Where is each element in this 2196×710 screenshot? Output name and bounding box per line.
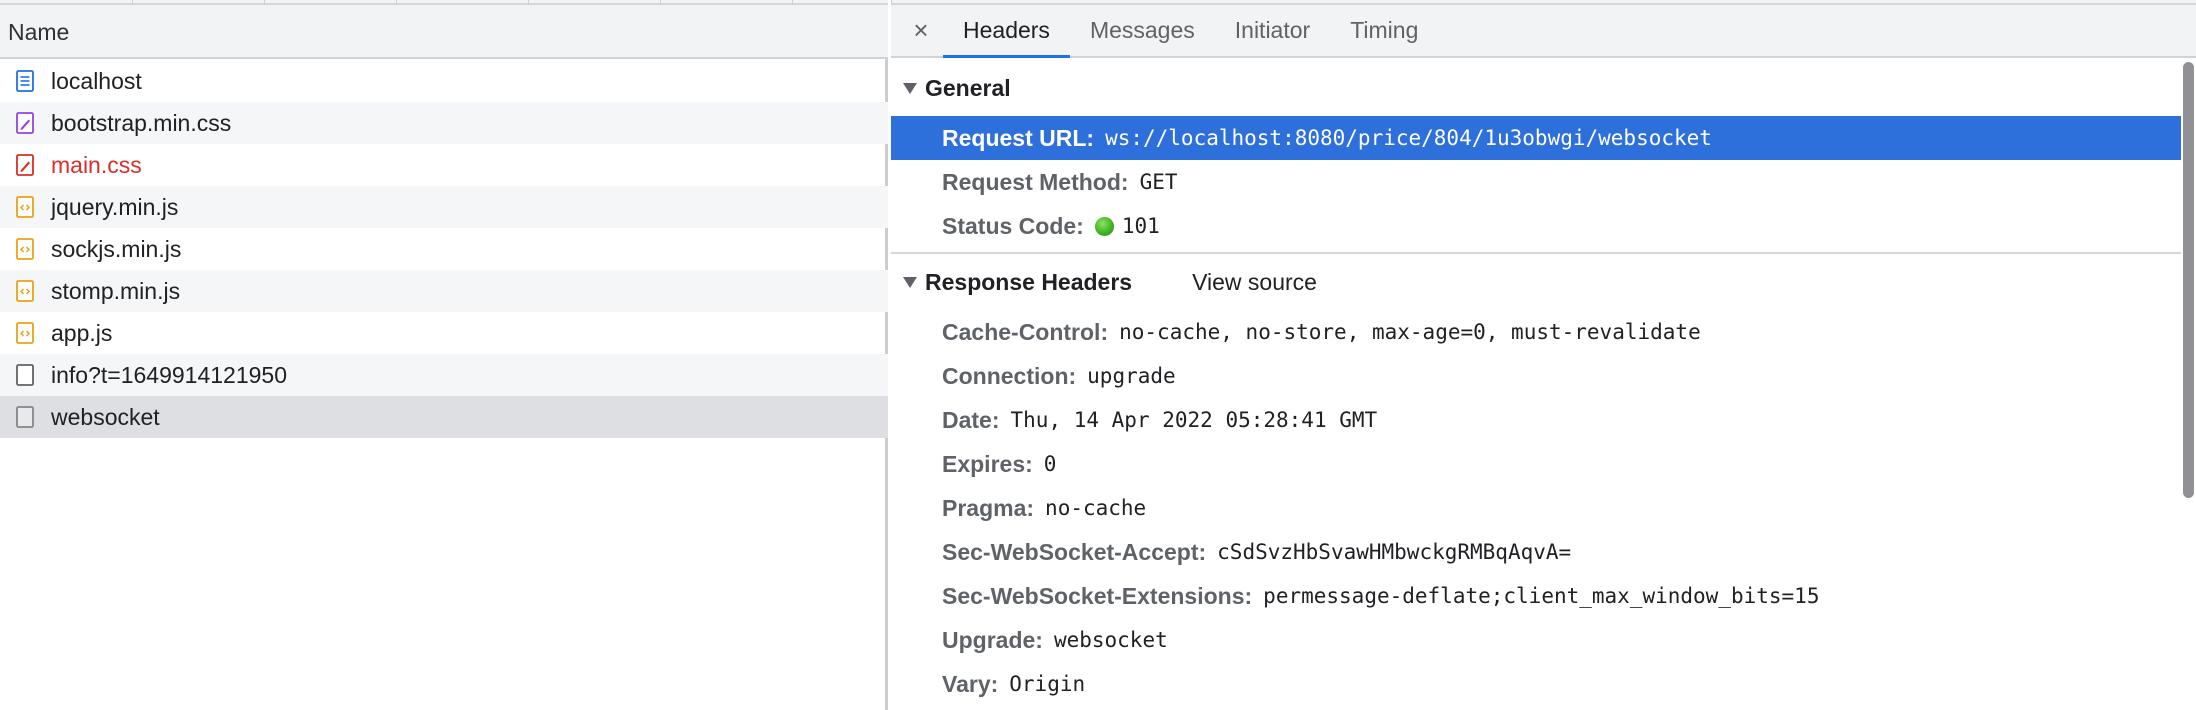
section-title: General — [925, 74, 1011, 101]
header-row[interactable]: Date: Thu, 14 Apr 2022 05:28:41 GMT — [891, 398, 2181, 442]
header-row[interactable]: Expires: 0 — [891, 442, 2181, 486]
headers-panel: General Request URL: ws://localhost:8080… — [891, 60, 2181, 706]
header-row-request-method[interactable]: Request Method: GET — [891, 160, 2181, 204]
request-row[interactable]: stomp.min.js — [0, 270, 888, 312]
request-row[interactable]: main.css — [0, 144, 888, 186]
header-name: Sec-WebSocket-Extensions: — [942, 582, 1253, 609]
script-icon — [16, 196, 34, 218]
request-name: sockjs.min.js — [51, 235, 182, 262]
request-list-pane: Name localhost bootstrap.min.css main.cs — [0, 0, 888, 710]
header-row[interactable]: Vary: Origin — [891, 662, 2181, 706]
request-row[interactable]: sockjs.min.js — [0, 228, 888, 270]
request-detail-pane: × Headers Messages Initiator Timing Gene… — [891, 0, 2196, 710]
header-value: cSdSvzHbSvawHMbwckgRMBqAqvA= — [1217, 540, 1572, 564]
request-row[interactable]: localhost — [0, 60, 888, 102]
request-name: app.js — [51, 319, 113, 346]
request-row[interactable]: jquery.min.js — [0, 186, 888, 228]
header-name: Upgrade: — [942, 626, 1043, 653]
general-section-toggle[interactable]: General — [891, 60, 2181, 116]
header-name: Pragma: — [942, 494, 1035, 521]
header-row[interactable]: Pragma: no-cache — [891, 486, 2181, 530]
header-value: 101 — [1121, 214, 1160, 238]
header-value: Thu, 14 Apr 2022 05:28:41 GMT — [1010, 408, 1378, 432]
header-name: Expires: — [942, 450, 1033, 477]
detail-tab-bar: × Headers Messages Initiator Timing — [891, 5, 2196, 58]
header-name: Request Method: — [942, 168, 1129, 195]
request-row-selected[interactable]: websocket — [0, 396, 888, 438]
document-icon — [16, 70, 34, 92]
script-icon — [16, 238, 34, 260]
tab-timing[interactable]: Timing — [1330, 5, 1438, 56]
header-value: Origin — [1009, 672, 1086, 696]
request-name: main.css — [51, 151, 142, 178]
header-row-request-url[interactable]: Request URL: ws://localhost:8080/price/8… — [891, 116, 2181, 160]
stylesheet-icon — [16, 112, 34, 134]
section-title: Response Headers — [925, 268, 1133, 295]
expand-triangle-icon[interactable] — [903, 276, 917, 288]
request-row[interactable]: bootstrap.min.css — [0, 102, 888, 144]
header-name: Vary: — [942, 670, 999, 697]
header-value: websocket — [1053, 628, 1168, 652]
response-headers-section-toggle[interactable]: Response Headers View source — [891, 254, 2181, 310]
request-name: stomp.min.js — [51, 277, 181, 304]
header-row[interactable]: Sec-WebSocket-Accept: cSdSvzHbSvawHMbwck… — [891, 530, 2181, 574]
header-row[interactable]: Upgrade: websocket — [891, 618, 2181, 662]
header-name: Connection: — [942, 362, 1077, 389]
header-row[interactable]: Sec-WebSocket-Extensions: permessage-def… — [891, 574, 2181, 618]
header-row-status-code[interactable]: Status Code: 101 — [891, 204, 2181, 248]
stylesheet-icon — [16, 154, 34, 176]
header-name: Status Code: — [942, 212, 1084, 239]
header-value: 0 — [1043, 452, 1057, 476]
tab-headers[interactable]: Headers — [943, 5, 1070, 58]
request-name: jquery.min.js — [51, 193, 179, 220]
tab-initiator[interactable]: Initiator — [1215, 5, 1330, 56]
header-row[interactable]: Cache-Control: no-cache, no-store, max-a… — [891, 310, 2181, 354]
request-name: websocket — [51, 403, 160, 430]
tab-messages[interactable]: Messages — [1070, 5, 1215, 56]
request-row[interactable]: app.js — [0, 312, 888, 354]
status-ok-dot-icon — [1094, 216, 1114, 236]
header-value: GET — [1139, 170, 1178, 194]
header-name: Cache-Control: — [942, 318, 1109, 345]
header-name: Request URL: — [942, 124, 1095, 151]
header-name: Date: — [942, 406, 1000, 433]
header-value: upgrade — [1087, 364, 1176, 388]
script-icon — [16, 280, 34, 302]
header-value: no-cache, no-store, max-age=0, must-reva… — [1119, 320, 1701, 344]
blank-file-icon — [16, 364, 34, 386]
request-name: info?t=1649914121950 — [51, 361, 287, 388]
header-value: ws://localhost:8080/price/804/1u3obwgi/w… — [1105, 126, 1712, 150]
script-icon — [16, 322, 34, 344]
close-icon[interactable]: × — [891, 5, 943, 56]
request-name: bootstrap.min.css — [51, 109, 232, 136]
header-value: no-cache — [1045, 496, 1147, 520]
header-value: permessage-deflate;client_max_window_bit… — [1263, 584, 1820, 608]
expand-triangle-icon[interactable] — [903, 82, 917, 94]
header-name: Sec-WebSocket-Accept: — [942, 538, 1207, 565]
name-column-header[interactable]: Name — [0, 5, 888, 59]
request-list: localhost bootstrap.min.css main.css jqu… — [0, 60, 888, 438]
blank-file-icon — [16, 406, 34, 428]
view-source-link[interactable]: View source — [1192, 269, 1317, 296]
header-row[interactable]: Connection: upgrade — [891, 354, 2181, 398]
request-name: localhost — [51, 67, 142, 94]
scrollbar-thumb[interactable] — [2183, 62, 2194, 498]
request-row[interactable]: info?t=1649914121950 — [0, 354, 888, 396]
